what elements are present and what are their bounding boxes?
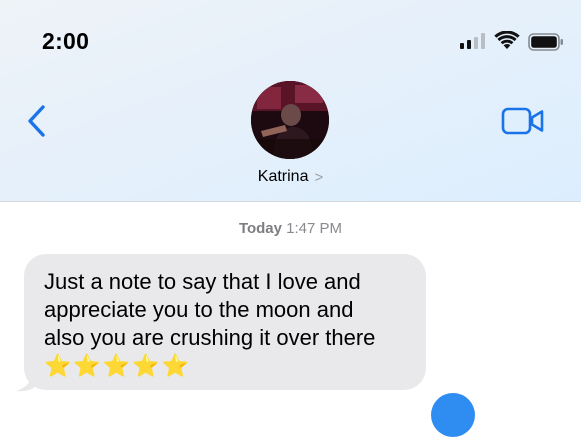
incoming-message-bubble[interactable]: Just a note to say that I love and appre… bbox=[24, 254, 426, 390]
message-line: Just a note to say that I love and bbox=[44, 269, 361, 294]
chevron-right-icon: > bbox=[314, 168, 324, 186]
status-time: 2:00 bbox=[42, 28, 90, 54]
timestamp-time: 1:47 PM bbox=[286, 220, 343, 237]
chevron-left-icon bbox=[28, 105, 45, 137]
wifi-icon bbox=[494, 30, 520, 56]
timestamp-day: Today bbox=[238, 220, 282, 237]
contact-name-button[interactable]: Katrina > bbox=[0, 168, 581, 186]
back-button[interactable] bbox=[22, 102, 50, 140]
message-timestamp: Today 1:47 PM bbox=[0, 220, 581, 237]
message-line: also you are crushing it over there bbox=[44, 325, 376, 350]
contact-name: Katrina bbox=[257, 168, 309, 185]
facetime-video-button[interactable] bbox=[500, 104, 546, 138]
cellular-signal-icon bbox=[460, 33, 485, 49]
conversation-header: 2:00 Katrina > bbox=[0, 0, 581, 202]
battery-icon bbox=[528, 33, 564, 56]
contact-avatar[interactable] bbox=[251, 81, 329, 159]
star-emoji-row: ⭐⭐⭐⭐⭐ bbox=[44, 354, 191, 379]
message-line: appreciate you to the moon and bbox=[44, 297, 354, 322]
video-camera-icon bbox=[501, 107, 544, 135]
